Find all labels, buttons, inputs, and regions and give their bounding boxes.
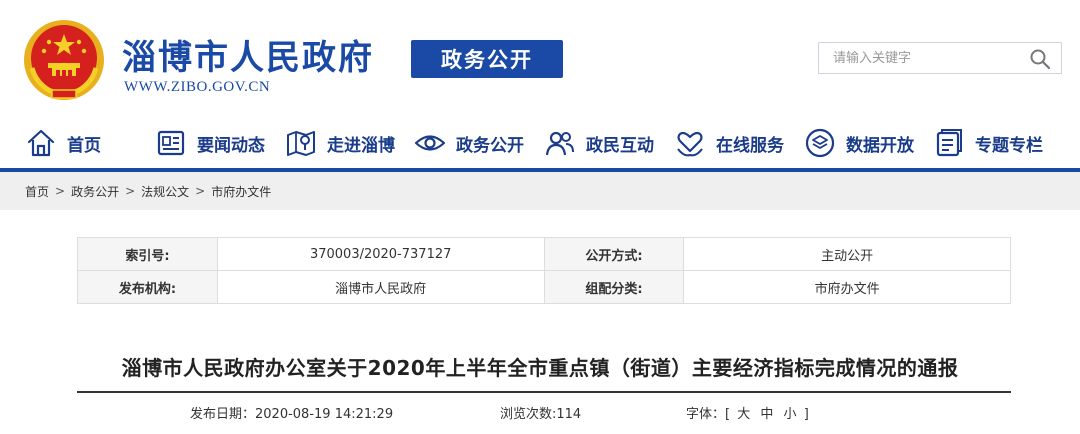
title-divider — [77, 391, 1011, 393]
index-label: 索引号: — [77, 237, 218, 271]
bracket-close: ] — [803, 407, 809, 422]
breadcrumb-municipal-docs[interactable]: 市府办文件 — [211, 183, 271, 200]
site-header: 淄博市人民政府 WWW.ZIBO.GOV.CN 政务公开 — [0, 0, 1080, 112]
layers-icon — [805, 128, 835, 158]
search-input[interactable] — [819, 43, 1019, 73]
breadcrumb: 首页 > 政务公开 > 法规公文 > 市府办文件 — [0, 172, 1080, 210]
channel-badge[interactable]: 政务公开 — [411, 40, 563, 78]
index-value: 370003/2020-737127 — [216, 237, 545, 271]
nav-item-news[interactable]: 要闻动态 — [155, 118, 265, 168]
nav-item-interaction[interactable]: 政民互动 — [544, 118, 654, 168]
national-emblem-icon — [24, 20, 104, 100]
publisher-value: 淄博市人民政府 — [216, 270, 545, 304]
site-url[interactable]: WWW.ZIBO.GOV.CN — [124, 79, 270, 96]
publish-date-label: 发布日期： — [190, 407, 256, 422]
font-size-label: 字体： — [686, 407, 726, 422]
table-row: 发布机构: 淄博市人民政府 组配分类: 市府办文件 — [77, 270, 1011, 304]
disclosure-value: 主动公开 — [683, 237, 1011, 271]
home-icon — [27, 129, 55, 157]
site-title[interactable]: 淄博市人民政府 — [122, 30, 374, 79]
breadcrumb-separator: > — [125, 184, 136, 198]
nav-item-open-data[interactable]: 数据开放 — [804, 118, 914, 168]
view-count-value: 114 — [556, 407, 582, 422]
news-icon — [157, 130, 185, 156]
search-icon[interactable] — [1029, 48, 1051, 70]
document-icon — [936, 129, 962, 157]
nav-item-home[interactable]: 首页 — [25, 118, 101, 168]
font-size-control: 字体：[ 大 中 小 ] — [686, 403, 809, 422]
document-info-table: 索引号: 370003/2020-737127 公开方式: 主动公开 发布机构:… — [77, 237, 1011, 304]
nav-item-about[interactable]: 走进淄博 — [285, 118, 395, 168]
font-large-button[interactable]: 大 — [737, 407, 750, 422]
breadcrumb-regulations[interactable]: 法规公文 — [141, 183, 189, 200]
breadcrumb-gov-affairs[interactable]: 政务公开 — [71, 183, 119, 200]
article-title: 淄博市人民政府办公室关于2020年上半年全市重点镇（街道）主要经济指标完成情况的… — [121, 356, 959, 380]
nav-label: 首页 — [67, 135, 101, 156]
people-icon — [545, 131, 574, 156]
bracket-open: [ — [725, 407, 731, 422]
table-row: 索引号: 370003/2020-737127 公开方式: 主动公开 — [77, 237, 1011, 271]
disclosure-label: 公开方式: — [543, 237, 685, 271]
map-icon — [287, 131, 315, 156]
view-count: 浏览次数:114 — [500, 403, 581, 422]
nav-label: 要闻动态 — [197, 135, 265, 156]
nav-label: 政务公开 — [456, 135, 524, 156]
nav-item-services[interactable]: 在线服务 — [674, 118, 784, 168]
nav-label: 政民互动 — [586, 135, 654, 156]
font-small-button[interactable]: 小 — [784, 407, 797, 422]
eye-icon — [414, 135, 446, 151]
breadcrumb-home[interactable]: 首页 — [25, 183, 49, 200]
heart-hand-icon — [677, 131, 703, 157]
nav-item-special-topics[interactable]: 专题专栏 — [933, 118, 1043, 168]
nav-label: 走进淄博 — [327, 135, 395, 156]
nav-label: 专题专栏 — [975, 135, 1043, 156]
category-value: 市府办文件 — [683, 270, 1011, 304]
category-label: 组配分类: — [543, 270, 685, 304]
view-count-label: 浏览次数: — [500, 407, 557, 422]
nav-item-gov-affairs[interactable]: 政务公开 — [414, 118, 524, 168]
main-nav: 首页 要闻动态 走进淄博 政务公开 政民互动 在线服务 数据开放 专题专栏 — [0, 118, 1080, 168]
search-box — [818, 42, 1062, 74]
font-medium-button[interactable]: 中 — [760, 407, 773, 422]
breadcrumb-separator: > — [55, 184, 66, 198]
publish-date-value: 2020-08-19 14:21:29 — [255, 407, 394, 422]
breadcrumb-separator: > — [195, 184, 206, 198]
publisher-label: 发布机构: — [77, 270, 218, 304]
nav-label: 数据开放 — [846, 135, 914, 156]
publish-date: 发布日期：2020-08-19 14:21:29 — [190, 403, 393, 422]
nav-label: 在线服务 — [716, 135, 784, 156]
